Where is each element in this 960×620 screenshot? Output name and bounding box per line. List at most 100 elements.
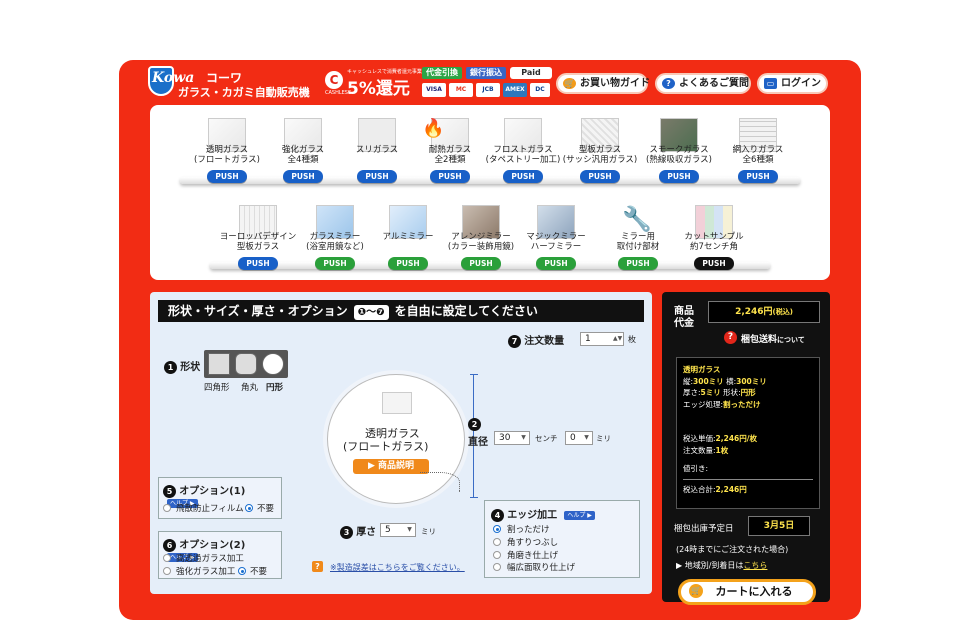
edge-radio-2[interactable] xyxy=(493,551,501,559)
push-button[interactable]: PUSH xyxy=(659,170,699,183)
edge-option-box: 4 エッジ加工 ヘルプ ▶ 割っただけ 角すりつぶし 角磨き仕上げ 幅広面取り仕… xyxy=(484,500,640,578)
thickness-select[interactable]: 5 ▼ xyxy=(380,523,416,537)
step-number: 4 xyxy=(491,509,504,522)
push-button[interactable]: PUSH xyxy=(357,170,397,183)
edge-option-label: 角すりつぶし xyxy=(507,538,559,548)
site-subtitle: ガラス・カガミ自動販売機 xyxy=(178,86,310,99)
config-title-prefix: 形状・サイズ・厚さ・オプション xyxy=(168,304,348,318)
monitor-icon: ▭ xyxy=(764,78,777,89)
thickness-value: 5 xyxy=(385,525,391,535)
product-magic-mirror[interactable]: マジックミラー ハーフミラー PUSH xyxy=(514,205,594,285)
push-button[interactable]: PUSH xyxy=(238,257,278,270)
badge-bank-transfer: 銀行振込 xyxy=(466,67,506,79)
option1-radio-1[interactable] xyxy=(245,504,253,512)
product-smoke-glass[interactable]: スモークガラス (熱線吸収ガラス) PUSH xyxy=(637,118,717,198)
push-button[interactable]: PUSH xyxy=(315,257,355,270)
product-wired-glass[interactable]: 網入りガラス 全6種類 PUSH xyxy=(716,118,796,198)
push-button[interactable]: PUSH xyxy=(283,170,323,183)
site-logo[interactable]: Kowa コーワ ガラス・カガミ自動販売機 xyxy=(148,66,348,100)
product-aluminum-mirror[interactable]: アルミミラー PUSH xyxy=(366,205,446,285)
push-button[interactable]: PUSH xyxy=(503,170,543,183)
question-icon: ? xyxy=(724,331,737,344)
shipping-link-label: 梱包送料 xyxy=(741,335,778,345)
push-button[interactable]: PUSH xyxy=(580,170,620,183)
product-arrange-mirror[interactable]: アレンジミラー (カラー装飾用鏡) PUSH xyxy=(439,205,519,285)
summary-edge-row: エッジ処理:割っただけ xyxy=(683,399,813,411)
preview-subname: (フロートガラス) xyxy=(343,440,429,453)
diameter-cm-value: 30 xyxy=(499,433,511,443)
add-to-cart-button[interactable]: 🛒 カートに入れる xyxy=(678,579,816,605)
option2-radio-0[interactable] xyxy=(163,554,171,562)
product-mirror-mounting[interactable]: 🔧 ミラー用 取付け部材 PUSH xyxy=(596,205,676,285)
push-button[interactable]: PUSH xyxy=(430,170,470,183)
push-button[interactable]: PUSH xyxy=(461,257,501,270)
shape-group: 1 形状 xyxy=(164,358,200,374)
product-name: 網入りガラス 全6種類 xyxy=(732,145,784,165)
push-button[interactable]: PUSH xyxy=(536,257,576,270)
push-button[interactable]: PUSH xyxy=(694,257,734,270)
tolerance-link[interactable]: ※製造誤差はこちらをご覧ください。 xyxy=(330,562,465,573)
cart-panel: 商品 代金 2,246円(税込) ? 梱包送料について 透明ガラス 縦:300ミ… xyxy=(662,292,830,605)
config-title-range: ❶〜❼ xyxy=(353,305,389,320)
price-tax: (税込) xyxy=(772,308,793,316)
cart-icon: 🛒 xyxy=(689,584,703,598)
edge-radio-3[interactable] xyxy=(493,563,501,571)
product-frosted-glass[interactable]: スリガラス PUSH xyxy=(335,118,415,198)
option1-label: オプション(1) xyxy=(179,486,246,497)
push-button[interactable]: PUSH xyxy=(618,257,658,270)
cart-icon: 🛒 xyxy=(563,78,576,89)
help-button[interactable]: ヘルプ ▶ xyxy=(564,510,595,520)
product-clear-glass[interactable]: 透明ガラス (フロートガラス) PUSH xyxy=(185,118,265,198)
summary-key: 注文数量: xyxy=(683,445,716,455)
option2-radio-1[interactable] xyxy=(163,567,171,575)
edge-radio-1[interactable] xyxy=(493,538,501,546)
quantity-label: 注文数量 xyxy=(524,336,565,347)
option2-radio-2[interactable] xyxy=(238,567,246,575)
shopping-guide-button[interactable]: 🛒 お買い物ガイド xyxy=(556,73,650,94)
option1-radio-0[interactable] xyxy=(163,504,171,512)
product-cut-sample[interactable]: カットサンプル 約7センチ角 PUSH xyxy=(672,205,752,285)
shape-square-option[interactable] xyxy=(208,353,230,375)
thickness-group: 3 厚さ xyxy=(340,523,376,539)
quantity-select[interactable]: 1 ▲▼ xyxy=(580,332,624,346)
product-glass-mirror[interactable]: ガラスミラー (浴室用鏡など) PUSH xyxy=(293,205,373,285)
region-label: 地域別/到着日は xyxy=(684,561,744,570)
diameter-cm-select[interactable]: 30 ▼ xyxy=(494,431,530,445)
product-frost-glass[interactable]: フロストガラス (タペストリー加工) PUSH xyxy=(481,118,561,198)
question-icon: ? xyxy=(312,561,323,572)
login-button[interactable]: ▭ ログイン xyxy=(757,73,828,94)
region-link-row: ▶ 地域別/到着日はこちら xyxy=(676,561,768,570)
product-tempered-glass[interactable]: 強化ガラス 全4種類 PUSH xyxy=(261,118,341,198)
diameter-mm-select[interactable]: 0 ▼ xyxy=(565,431,593,445)
product-name: アルミミラー xyxy=(382,232,434,242)
jcb-icon: JCB xyxy=(476,83,500,97)
edge-option-label: 角磨き仕上げ xyxy=(507,551,559,561)
cashless-c-icon: C xyxy=(325,71,343,89)
visa-icon: VISA xyxy=(422,83,446,97)
faq-button[interactable]: ? よくあるご質問 xyxy=(655,73,751,94)
edge-radio-0[interactable] xyxy=(493,525,501,533)
product-info-button[interactable]: ▶ 商品説明 xyxy=(353,459,429,474)
diameter-group: 2 xyxy=(468,418,481,431)
push-button[interactable]: PUSH xyxy=(738,170,778,183)
option2-box: 6 オプション(2) ヘルプ ▶ 高透過ガラス加工 強化ガラス加工 不要 xyxy=(158,531,282,579)
option1-option-label: 飛散防止フィルム xyxy=(176,504,244,514)
push-button[interactable]: PUSH xyxy=(388,257,428,270)
diameter-mm-unit: ミリ xyxy=(596,434,611,443)
shape-rounded-option[interactable] xyxy=(235,353,257,375)
shipping-info-link[interactable]: 梱包送料について xyxy=(741,332,805,345)
product-name: フロストガラス (タペストリー加工) xyxy=(485,145,561,165)
product-patterned-glass[interactable]: 型板ガラス (サッシ汎用ガラス) PUSH xyxy=(558,118,638,198)
product-european-glass[interactable]: ヨーロッパデザイン 型板ガラス PUSH xyxy=(216,205,296,285)
product-heat-resistant-glass[interactable]: 🔥 耐熱ガラス 全2種類 PUSH xyxy=(408,118,488,198)
step-number: 2 xyxy=(468,418,481,431)
shape-label: 形状 xyxy=(180,362,201,373)
product-panel: 透明ガラス (フロートガラス) PUSH 強化ガラス 全4種類 PUSH スリガ… xyxy=(150,105,830,280)
cashless-rebate: 5%還元 xyxy=(347,79,410,99)
shape-circle-option[interactable] xyxy=(262,353,284,375)
config-panel: 形状・サイズ・厚さ・オプション ❶〜❼ を自由に設定してください 7 注文数量 1 ▲… xyxy=(150,292,652,594)
region-link[interactable]: こちら xyxy=(743,561,767,570)
push-button[interactable]: PUSH xyxy=(207,170,247,183)
thickness-unit: ミリ xyxy=(421,527,436,536)
